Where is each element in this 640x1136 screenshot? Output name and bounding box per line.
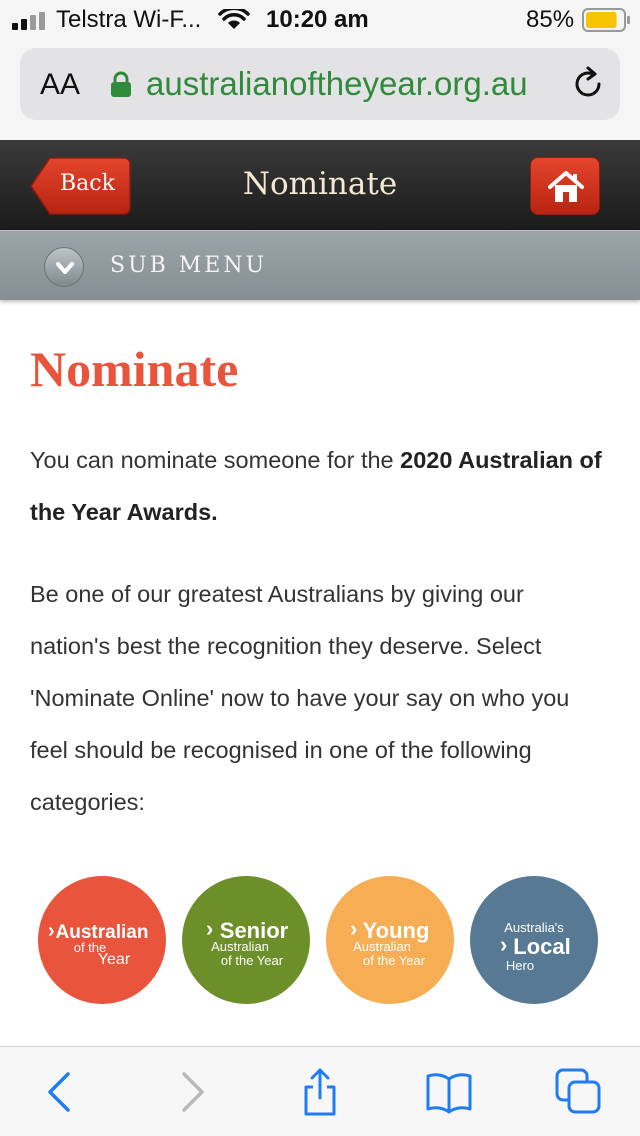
forward-arrow-icon[interactable] [166, 1067, 216, 1117]
battery-fill [586, 12, 617, 28]
category-local-hero[interactable]: Australia's Local Hero › [470, 876, 598, 1004]
intro-text: You can nominate someone for the [30, 447, 401, 473]
home-icon [548, 171, 584, 202]
chevron-down-glyph [56, 262, 74, 274]
category-australian-of-the-year[interactable]: Australian of the Year › [38, 876, 166, 1004]
wifi-icon [218, 9, 250, 29]
chevron-right-icon: › [350, 916, 358, 941]
clock: 10:20 am [266, 6, 369, 33]
category-line3: Hero [505, 958, 535, 973]
back-arrow-icon[interactable] [36, 1067, 86, 1117]
tabs-icon[interactable] [554, 1067, 604, 1117]
browser-address-area: AA australianoftheyear.org.au [0, 40, 640, 140]
url-domain[interactable]: australianoftheyear.org.au [146, 65, 528, 103]
status-bar: Telstra Wi-F... 10:20 am 85% [0, 0, 640, 40]
home-button[interactable] [530, 157, 600, 215]
category-line3: Year [97, 951, 131, 968]
address-bar[interactable]: AA australianoftheyear.org.au [20, 48, 620, 120]
carrier-name: Telstra Wi-F... [56, 6, 202, 33]
chevron-right-icon: › [206, 916, 214, 941]
category-badges: Australian of the Year › Senior Australi… [38, 876, 608, 1004]
category-line1: Australia's [504, 920, 564, 935]
category-senior-australian[interactable]: Senior Australian of the Year › [182, 876, 310, 1004]
category-line2: Australian [211, 939, 269, 954]
battery-percent: 85% [526, 6, 575, 33]
category-line2: Local [513, 934, 571, 959]
browser-toolbar [0, 1046, 640, 1136]
chevron-right-icon: › [500, 932, 508, 957]
share-icon[interactable] [295, 1067, 345, 1117]
chevron-right-icon: › [48, 920, 55, 942]
battery-icon [582, 8, 630, 32]
lock-icon [111, 71, 131, 97]
category-line3: of the Year [220, 953, 284, 968]
sub-menu-label: SUB MENU [110, 253, 268, 278]
page-title: Nominate [30, 341, 239, 397]
reload-icon[interactable] [570, 66, 606, 102]
body-paragraph: Be one of our greatest Australians by gi… [30, 581, 570, 815]
sub-menu-toggle[interactable]: SUB MENU [0, 230, 640, 300]
chevron-down-icon [44, 247, 84, 287]
category-line2: Australian [353, 939, 411, 954]
category-line3: of the Year [362, 953, 426, 968]
site-header: Back Nominate [0, 140, 640, 230]
text-size-button[interactable]: AA [40, 68, 80, 102]
bookmarks-icon[interactable] [424, 1067, 474, 1117]
category-young-australian[interactable]: Young Australian of the Year › [326, 876, 454, 1004]
signal-icon [12, 12, 45, 30]
intro-paragraph: You can nominate someone for the 2020 Au… [30, 434, 610, 538]
